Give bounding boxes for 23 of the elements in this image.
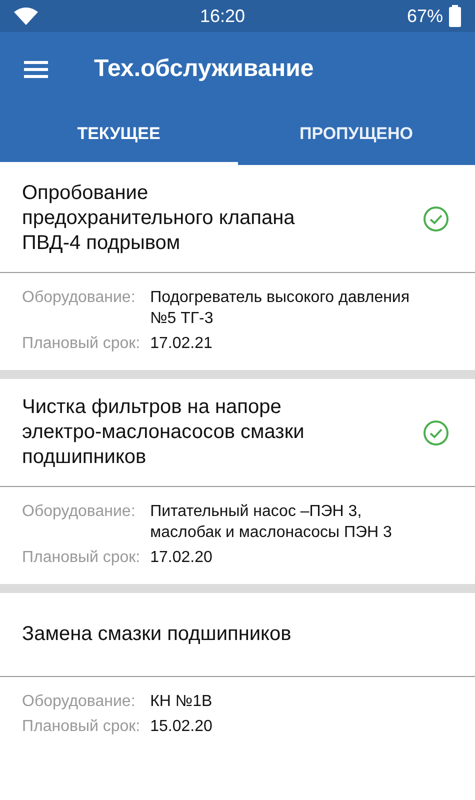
tab[interactable]: ПРОПУЩЕНО [238, 105, 475, 165]
tab[interactable]: ТЕКУЩЕЕ [0, 105, 238, 165]
due-date: 17.02.21 [150, 334, 214, 354]
field-label: Оборудование: [22, 288, 136, 308]
task-title: Замена смазки подшипников [22, 622, 292, 647]
field-label: Оборудование: [22, 692, 136, 712]
task-title: Опробование предохранительного клапана ПВД-4 подрывом [22, 181, 296, 256]
equipment-value: Питательный насос –ПЭН 3, маслобак и маслонасосы ПЭН 3 [150, 502, 393, 543]
due-date: 17.02.20 [150, 548, 214, 568]
task-title: Чистка фильтров на напоре электро-маслонасосов смазки подшипников [22, 395, 306, 470]
menu-icon[interactable] [24, 58, 48, 78]
field-label: Плановый срок: [22, 548, 140, 568]
field-label: Плановый срок: [22, 334, 140, 354]
due-date: 15.02.20 [150, 717, 214, 737]
equipment-value: Подогреватель высокого давления №5 ТГ-3 [150, 288, 410, 329]
screen-title: Тех.обслуживание [94, 54, 314, 84]
equipment-value: КН №1В [150, 692, 214, 712]
battery-icon [449, 5, 461, 27]
clock-text: 16:20 [198, 4, 246, 28]
battery-text: 67% [406, 4, 443, 28]
wifi-icon [14, 7, 38, 25]
field-label: Плановый срок: [22, 717, 140, 737]
field-label: Оборудование: [22, 502, 136, 522]
